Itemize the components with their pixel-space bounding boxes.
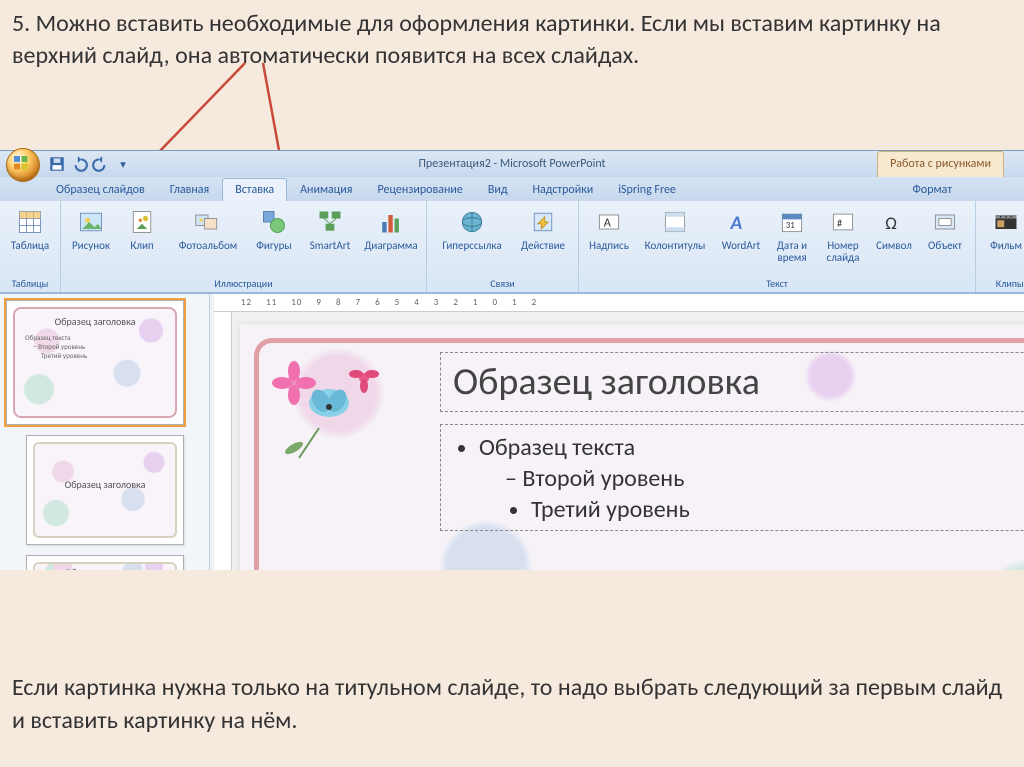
contextual-tab-group: Работа с рисунками: [877, 151, 1004, 177]
tab-ispring[interactable]: iSpring Free: [606, 179, 688, 201]
photoalbum-button[interactable]: Фотоальбом: [169, 204, 247, 254]
picture-button[interactable]: Рисунок: [67, 204, 115, 254]
thumb-title: Образец заголовка: [27, 315, 163, 328]
qat-dropdown-icon[interactable]: ▾: [114, 155, 132, 173]
tab-addins[interactable]: Надстройки: [521, 179, 606, 201]
body-level2: Второй уровень: [505, 464, 1024, 493]
object-icon: [929, 206, 961, 238]
flower-clipart[interactable]: [264, 348, 414, 468]
headerfooter-icon: [659, 206, 691, 238]
ribbon: Таблица Таблицы Рисунок Клип Фотоальбом …: [0, 201, 1024, 293]
group-label-text: Текст: [585, 275, 969, 292]
svg-text:A: A: [730, 212, 743, 235]
movie-button[interactable]: Фильм: [982, 204, 1024, 254]
tab-home[interactable]: Главная: [158, 179, 221, 201]
workspace: Образец заголовка Образец текста – Второ…: [0, 293, 1024, 570]
svg-text:31: 31: [786, 221, 795, 231]
slidenum-icon: #: [827, 206, 859, 238]
datetime-icon: 31: [776, 206, 808, 238]
slidenum-button[interactable]: #Номер слайда: [819, 204, 867, 265]
tab-animation[interactable]: Анимация: [288, 179, 364, 201]
object-button[interactable]: Объект: [921, 204, 969, 265]
shapes-icon: [258, 206, 290, 238]
wordart-button[interactable]: AWordArt: [717, 204, 765, 265]
ribbon-tabs: Образец слайдов Главная Вставка Анимация…: [0, 177, 1024, 201]
chart-button[interactable]: Диаграмма: [362, 204, 420, 254]
hyperlink-icon: [456, 206, 488, 238]
group-text: AНадпись Колонтитулы AWordArt 31Дата и в…: [579, 201, 976, 292]
thumbnail-master[interactable]: Образец заголовка Образец текста – Второ…: [6, 300, 184, 425]
quick-access-toolbar: ▾: [0, 151, 1024, 177]
textbox-button[interactable]: AНадпись: [585, 204, 633, 265]
master-slide-canvas[interactable]: Образец заголовка Образец текста Второй …: [240, 324, 1024, 570]
thumb-title: Образец заголовка: [47, 478, 163, 491]
datetime-button[interactable]: 31Дата и время: [768, 204, 816, 265]
thumbnail-layout-1[interactable]: Образец заголовка: [26, 435, 184, 545]
chart-icon: [375, 206, 407, 238]
title-placeholder[interactable]: Образец заголовка: [440, 352, 1024, 412]
body-level1: Образец текста: [479, 433, 1024, 462]
table-button[interactable]: Таблица: [6, 204, 54, 254]
vertical-ruler: [214, 312, 232, 570]
svg-text:Ω: Ω: [885, 212, 897, 234]
title-text: Образец заголовка: [453, 359, 760, 405]
thumb-body: Образец текста – Второй уровень Третий у…: [25, 333, 165, 360]
svg-text:A: A: [604, 215, 612, 230]
body-level3: Третий уровень: [531, 495, 1024, 524]
group-label-illustrations: Иллюстрации: [67, 275, 420, 292]
save-icon[interactable]: [48, 155, 66, 173]
group-label-media: Клипы мультиме: [982, 275, 1024, 292]
wordart-icon: A: [725, 206, 757, 238]
thumbnail-layout-2[interactable]: Образец заголовка: [26, 555, 184, 570]
group-label-tables: Таблицы: [6, 275, 54, 292]
horizontal-ruler: 121110987654321012: [214, 294, 1024, 312]
action-icon: [527, 206, 559, 238]
hyperlink-button[interactable]: Гиперссылка: [433, 204, 511, 254]
headerfooter-button[interactable]: Колонтитулы: [636, 204, 714, 265]
clip-button[interactable]: Клип: [118, 204, 166, 254]
group-label-links: Связи: [433, 275, 572, 292]
tab-insert[interactable]: Вставка: [222, 178, 287, 201]
smartart-button[interactable]: SmartArt: [301, 204, 359, 254]
slide-editor: 121110987654321012 Образец заголовка: [210, 294, 1024, 570]
group-links: Гиперссылка Действие Связи: [427, 201, 579, 292]
thumb-title: Образец заголовка: [47, 566, 163, 570]
tab-review[interactable]: Рецензирование: [365, 179, 474, 201]
instruction-bottom-text: Если картинка нужна только на титульном …: [12, 672, 1012, 737]
redo-icon[interactable]: [92, 155, 110, 173]
group-tables: Таблица Таблицы: [0, 201, 61, 292]
photoalbum-icon: [192, 206, 224, 238]
table-icon: [14, 206, 46, 238]
smartart-icon: [314, 206, 346, 238]
tab-view[interactable]: Вид: [476, 179, 520, 201]
movie-icon: [990, 206, 1022, 238]
symbol-icon: Ω: [878, 206, 910, 238]
shapes-button[interactable]: Фигуры: [250, 204, 298, 254]
textbox-icon: A: [593, 206, 625, 238]
tab-slide-master[interactable]: Образец слайдов: [44, 179, 157, 201]
group-illustrations: Рисунок Клип Фотоальбом Фигуры SmartArt …: [61, 201, 427, 292]
body-placeholder[interactable]: Образец текста Второй уровень Третий уро…: [440, 424, 1024, 531]
powerpoint-window: ▾ Презентация2 - Microsoft PowerPoint Ра…: [0, 150, 1024, 570]
group-media: Фильм Звук Клипы мультиме: [976, 201, 1024, 292]
tab-format[interactable]: Формат: [901, 179, 964, 201]
slide-thumbnails-panel: Образец заголовка Образец текста – Второ…: [0, 294, 210, 570]
svg-text:#: #: [837, 216, 843, 229]
picture-icon: [75, 206, 107, 238]
instruction-top-text: 5. Можно вставить необходимые для оформл…: [0, 0, 1024, 85]
undo-icon[interactable]: [70, 155, 88, 173]
symbol-button[interactable]: ΩСимвол: [870, 204, 918, 265]
action-button[interactable]: Действие: [514, 204, 572, 254]
office-button[interactable]: [6, 148, 40, 182]
clip-icon: [126, 206, 158, 238]
